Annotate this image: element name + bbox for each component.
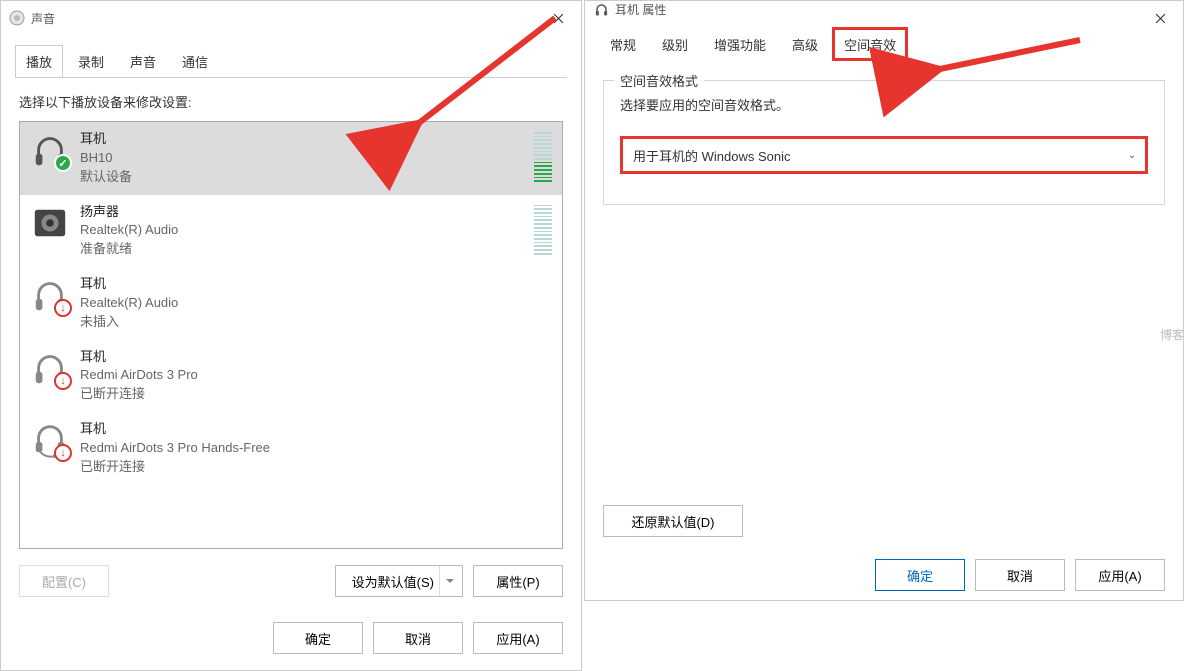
playback-content: 选择以下播放设备来修改设置: ✓ 耳机 BH10 默认设备 [1,78,581,610]
device-sub: BH10 [80,149,524,168]
instruction-text: 选择以下播放设备来修改设置: [19,92,563,111]
apply-button[interactable]: 应用(A) [1075,559,1165,591]
watermark: 博客 [1160,326,1184,343]
device-text: 扬声器 Realtek(R) Audio 准备就绪 [80,203,524,260]
device-text: 耳机 Redmi AirDots 3 Pro Hands-Free 已断开连接 [80,420,552,477]
tab-general[interactable]: 常规 [599,28,647,60]
set-default-label: 设为默认值(S) [352,572,434,591]
tab-communications[interactable]: 通信 [171,45,219,77]
device-buttons: 配置(C) 设为默认值(S) 属性(P) [19,549,563,607]
restore-defaults-button[interactable]: 还原默认值(D) [603,505,743,537]
device-title: 耳机 [80,420,552,439]
device-item[interactable]: ↓ 耳机 Realtek(R) Audio 未插入 [20,267,562,340]
highlight-box: 用于耳机的 Windows Sonic ⌄ [620,136,1148,174]
window-title: 耳机 属性 [615,1,666,18]
chevron-down-icon [446,579,454,587]
device-title: 耳机 [80,348,552,367]
select-value: 用于耳机的 Windows Sonic [625,146,1121,165]
tab-playback[interactable]: 播放 [15,45,63,77]
cancel-button[interactable]: 取消 [975,559,1065,591]
down-badge-icon: ↓ [54,372,72,390]
sound-icon [9,10,25,26]
device-text: 耳机 Redmi AirDots 3 Pro 已断开连接 [80,348,552,405]
titlebar: 耳机 属性 [585,1,1183,18]
device-sub: Realtek(R) Audio [80,294,552,313]
dialog-buttons: 确定 取消 应用(A) [585,547,1183,607]
level-meter [534,205,552,255]
spatial-format-group: 空间音效格式 选择要应用的空间音效格式。 用于耳机的 Windows Sonic… [603,80,1165,205]
device-title: 扬声器 [80,203,524,222]
down-badge-icon: ↓ [54,444,72,462]
device-item[interactable]: ✓ 耳机 BH10 默认设备 [20,122,562,195]
device-status: 未插入 [80,313,552,332]
device-list: ✓ 耳机 BH10 默认设备 扬声器 Realtek(R) Audio 准备就绪 [19,121,563,549]
headphones-icon: ✓ [30,130,70,170]
device-sub: Redmi AirDots 3 Pro [80,366,552,385]
check-badge-icon: ✓ [54,154,72,172]
tab-advanced[interactable]: 高级 [781,28,829,60]
device-text: 耳机 BH10 默认设备 [80,130,524,187]
down-badge-icon: ↓ [54,299,72,317]
configure-button[interactable]: 配置(C) [19,565,109,597]
tabs: 播放 录制 声音 通信 [1,35,581,77]
sound-window: 声音 播放 录制 声音 通信 选择以下播放设备来修改设置: ✓ 耳机 BH10 … [0,0,582,671]
chevron-down-icon: ⌄ [1121,150,1143,161]
device-item[interactable]: ↓ 耳机 Redmi AirDots 3 Pro 已断开连接 [20,340,562,413]
tab-sounds[interactable]: 声音 [119,45,167,77]
group-instruction: 选择要应用的空间音效格式。 [620,95,1148,114]
close-button[interactable] [1137,1,1183,35]
titlebar: 声音 [1,1,581,35]
restore-row: 还原默认值(D) [603,205,1165,547]
device-text: 耳机 Realtek(R) Audio 未插入 [80,275,552,332]
level-meter [534,132,552,182]
apply-button[interactable]: 应用(A) [473,622,563,654]
device-title: 耳机 [80,275,552,294]
properties-button[interactable]: 属性(P) [473,565,563,597]
tab-spatial-sound[interactable]: 空间音效 [833,28,907,60]
device-status: 已断开连接 [80,385,552,404]
speaker-icon [30,203,70,243]
device-sub: Redmi AirDots 3 Pro Hands-Free [80,439,552,458]
device-sub: Realtek(R) Audio [80,221,524,240]
group-label: 空间音效格式 [614,71,704,90]
tab-enhancements[interactable]: 增强功能 [703,28,777,60]
device-status: 已断开连接 [80,458,552,477]
tab-levels[interactable]: 级别 [651,28,699,60]
device-item[interactable]: ↓ 耳机 Redmi AirDots 3 Pro Hands-Free 已断开连… [20,412,562,485]
ok-button[interactable]: 确定 [273,622,363,654]
device-status: 准备就绪 [80,240,524,259]
headset-icon: ↓ [30,420,70,460]
spatial-content: 空间音效格式 选择要应用的空间音效格式。 用于耳机的 Windows Sonic… [585,60,1183,547]
window-title: 声音 [31,10,55,27]
close-button[interactable] [535,1,581,35]
dialog-buttons: 确定 取消 应用(A) [1,610,581,670]
headphones-icon: ↓ [30,348,70,388]
device-status: 默认设备 [80,168,524,187]
headphones-icon: ↓ [30,275,70,315]
tabs: 常规 级别 增强功能 高级 空间音效 [585,18,1183,60]
ok-button[interactable]: 确定 [875,559,965,591]
set-default-button[interactable]: 设为默认值(S) [335,565,463,597]
spatial-format-select[interactable]: 用于耳机的 Windows Sonic ⌄ [625,141,1143,169]
device-title: 耳机 [80,130,524,149]
headphones-icon [593,2,609,18]
headphone-properties-window: 耳机 属性 常规 级别 增强功能 高级 空间音效 空间音效格式 选择要应用的空间… [584,0,1184,601]
device-item[interactable]: 扬声器 Realtek(R) Audio 准备就绪 [20,195,562,268]
tab-recording[interactable]: 录制 [67,45,115,77]
cancel-button[interactable]: 取消 [373,622,463,654]
